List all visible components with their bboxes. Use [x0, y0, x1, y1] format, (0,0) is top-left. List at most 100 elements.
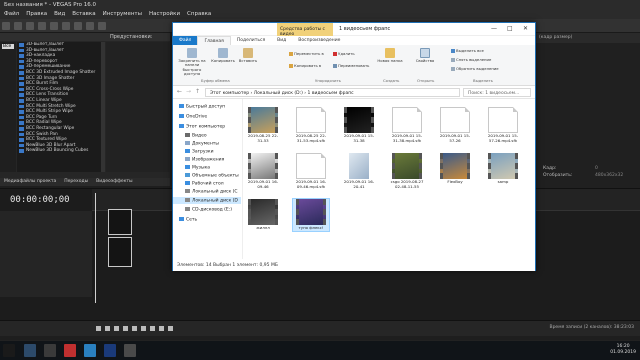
photoshop-taskbar-icon[interactable]	[104, 344, 116, 357]
pin-button[interactable]: Закрепить на панели быстрого доступа	[175, 48, 209, 77]
app-taskbar-icon[interactable]	[84, 344, 96, 357]
render-icon[interactable]	[38, 22, 46, 30]
nav-item[interactable]: Объемные объекты	[185, 173, 239, 179]
close-icon[interactable]: ✕	[523, 25, 528, 32]
tab-file[interactable]: Файл	[173, 36, 198, 45]
nav-item[interactable]: OneDrive	[179, 114, 207, 120]
paste-button[interactable]: Вставить	[237, 48, 259, 63]
clock[interactable]: 16:20 01.09.2019	[610, 344, 636, 356]
properties-button[interactable]: Свойства	[413, 48, 437, 63]
paste-icon[interactable]	[98, 22, 106, 30]
record-icon[interactable]	[96, 326, 101, 331]
pause-icon[interactable]	[132, 326, 137, 331]
copy-icon[interactable]	[86, 22, 94, 30]
fx-category-all[interactable]: Все	[2, 44, 14, 49]
search-input[interactable]: Поиск: 1 видеосьем...	[463, 88, 531, 97]
file-item[interactable]: 2019-09-01 15-57-26.mp4.sfk	[485, 107, 521, 143]
file-item[interactable]: FlexBoy	[437, 153, 473, 185]
go-end-icon[interactable]	[168, 326, 173, 331]
video-clip[interactable]	[108, 237, 132, 267]
vegas-menu-item[interactable]: Справка	[187, 11, 211, 18]
nav-item[interactable]: Этот компьютер	[179, 124, 225, 130]
vegas-tab[interactable]: Переходы	[64, 179, 88, 185]
file-item[interactable]: жиллл	[245, 199, 281, 231]
nav-item[interactable]: Видео	[185, 133, 207, 139]
play-start-icon[interactable]	[123, 326, 128, 331]
vegas-menu-item[interactable]: Правка	[26, 11, 47, 18]
app-taskbar-icon[interactable]	[124, 344, 136, 357]
cut-icon[interactable]	[74, 22, 82, 30]
nav-item[interactable]: Сеть	[179, 217, 197, 223]
nav-item[interactable]: Документы	[185, 141, 219, 147]
file-item[interactable]: тупо флекс!	[292, 198, 330, 232]
address-path[interactable]: Этот компьютер › Локальный диск (D:) › 1…	[205, 88, 460, 97]
stop-icon[interactable]	[141, 326, 146, 331]
new-icon[interactable]	[2, 22, 10, 30]
delete-button[interactable]: Удалить	[333, 51, 355, 56]
file-item[interactable]: 2019-09-01 15-31-38.mp4.sfk	[389, 107, 425, 143]
invert-selection-button[interactable]: Обратить выделение	[451, 66, 499, 71]
fx-category-tree[interactable]: Все	[0, 42, 16, 172]
new-folder-button[interactable]: Новая папка	[377, 48, 403, 63]
vegas-tab[interactable]: Видеоэффекты	[96, 179, 132, 185]
explorer-taskbar-icon[interactable]	[24, 344, 36, 357]
nav-item[interactable]: Загрузки	[185, 149, 214, 155]
tab-view[interactable]: Вид	[271, 36, 292, 45]
file-item[interactable]: 2019-09-01 15-31-38	[341, 107, 377, 143]
play-icon[interactable]	[114, 326, 119, 331]
vegas-taskbar-icon[interactable]	[44, 344, 56, 357]
video-tools-tab[interactable]: Средства работы с видео	[277, 23, 333, 37]
nav-item[interactable]: CD-дисковод (E:)	[185, 207, 232, 213]
tab-share[interactable]: Поделиться	[231, 36, 271, 45]
fx-list-item[interactable]: NewBlue 3D Bouncing Cubes	[17, 148, 105, 154]
next-frame-icon[interactable]	[159, 326, 164, 331]
browser-taskbar-icon[interactable]	[64, 344, 76, 357]
file-item[interactable]: samp	[485, 153, 521, 185]
file-item[interactable]: 2019-09-01 16-09-46.mp4.sfk	[293, 153, 329, 189]
preview-quality[interactable]: (кадр размер)	[535, 33, 640, 43]
vegas-menu-item[interactable]: Вставка	[72, 11, 95, 18]
vegas-menu-item[interactable]: Инструменты	[103, 11, 142, 18]
file-item[interactable]: 2019-08-25 22-31-53.mp4.sfk	[293, 107, 329, 143]
tab-home[interactable]: Главная	[197, 36, 231, 45]
nav-item[interactable]: Локальный диск (C	[185, 189, 238, 195]
vegas-menu-item[interactable]: Файл	[4, 11, 19, 18]
loop-icon[interactable]	[105, 326, 110, 331]
copy-to-button[interactable]: Копировать в	[289, 63, 321, 68]
minimize-icon[interactable]: —	[491, 25, 497, 32]
file-item[interactable]: 2019-09-01 15-57-26	[437, 107, 473, 143]
file-item[interactable]: csgo 2019-08-27 02-48-11-55	[389, 153, 425, 189]
copy-button[interactable]: Копировать	[211, 48, 235, 63]
open-icon[interactable]	[14, 22, 22, 30]
select-none-button[interactable]: Снять выделение	[451, 57, 491, 62]
back-icon[interactable]: ←	[177, 88, 182, 95]
undo-icon[interactable]	[50, 22, 58, 30]
forward-icon[interactable]: →	[186, 88, 191, 95]
nav-item[interactable]: Локальный диск (D	[185, 198, 238, 204]
start-icon[interactable]	[3, 344, 15, 357]
tab-playback[interactable]: Воспроизведение	[292, 36, 346, 45]
prev-frame-icon[interactable]	[150, 326, 155, 331]
nav-item[interactable]: Музыка	[185, 165, 210, 171]
redo-icon[interactable]	[62, 22, 70, 30]
fx-list[interactable]: 3D-вылет,/вылет 3D-вылет,/вылет 3D-накладк…	[17, 42, 105, 172]
select-all-button[interactable]: Выделить все	[451, 48, 484, 53]
vegas-tab[interactable]: Медиафайлы проекта	[4, 179, 56, 185]
video-clip[interactable]	[108, 209, 132, 235]
nav-item[interactable]: Рабочий стол	[185, 181, 224, 187]
nav-item[interactable]: Изображения	[185, 157, 224, 163]
move-to-button[interactable]: Переместить в	[289, 51, 324, 56]
file-item[interactable]: 2019-09-01 16-09-46	[245, 153, 281, 189]
rename-button[interactable]: Переименовать	[333, 63, 369, 68]
playhead[interactable]	[95, 193, 96, 303]
fx-list-scrollbar[interactable]	[101, 42, 105, 172]
file-item[interactable]: 2019-08-25 22-31-53	[245, 107, 281, 143]
up-icon[interactable]: ↑	[195, 88, 200, 95]
explorer-title-bar[interactable]: Средства работы с видео 1 видеосьем фрап…	[173, 23, 535, 37]
vegas-menu-item[interactable]: Настройки	[149, 11, 180, 18]
save-icon[interactable]	[26, 22, 34, 30]
maximize-icon[interactable]: □	[507, 25, 513, 32]
vegas-menu-item[interactable]: Вид	[54, 11, 65, 18]
file-item[interactable]: 2019-09-01 16-20-41	[341, 153, 377, 189]
nav-item[interactable]: Быстрый доступ	[179, 104, 225, 110]
